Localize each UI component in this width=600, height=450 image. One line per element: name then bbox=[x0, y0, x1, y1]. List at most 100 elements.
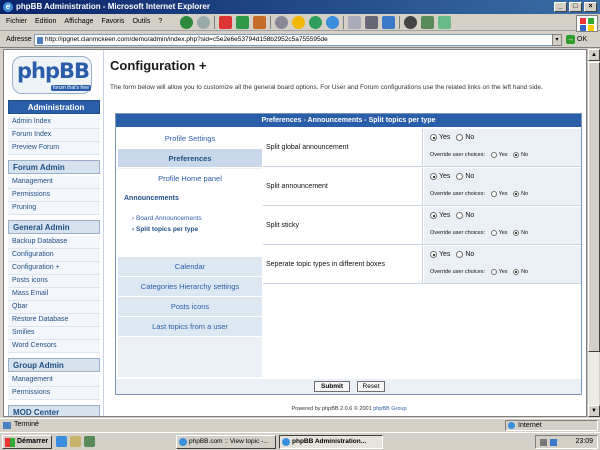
nav-item[interactable]: Management bbox=[8, 374, 100, 387]
close-button[interactable]: × bbox=[584, 2, 597, 12]
menu-item[interactable]: Affichage bbox=[64, 18, 93, 25]
quicklaunch-media-icon[interactable] bbox=[84, 436, 95, 447]
minimize-button[interactable]: _ bbox=[554, 2, 567, 12]
quicklaunch-ie-icon[interactable] bbox=[56, 436, 67, 447]
subnav-profile-home-panel[interactable]: Profile Home panel bbox=[118, 174, 262, 183]
option-controls: Yes No Override user choices: Yes No bbox=[424, 129, 581, 166]
option-yes-radio[interactable] bbox=[430, 134, 437, 141]
menu-item[interactable]: Edition bbox=[35, 18, 56, 25]
option-yes-radio[interactable] bbox=[430, 212, 437, 219]
nav-item[interactable]: Word Censors bbox=[8, 340, 100, 353]
nav-item[interactable]: Smilies bbox=[8, 327, 100, 340]
menu-item[interactable]: Favoris bbox=[101, 18, 124, 25]
option-yes-radio[interactable] bbox=[430, 251, 437, 258]
menu-item[interactable]: Outils bbox=[132, 18, 150, 25]
favorites-icon[interactable] bbox=[292, 16, 305, 29]
volume-icon[interactable] bbox=[540, 439, 547, 446]
page-done-icon bbox=[3, 422, 11, 429]
override-no-radio[interactable] bbox=[513, 191, 520, 197]
status-bar: Terminé Internet bbox=[0, 418, 600, 431]
address-input[interactable]: http://ipgnet.clanmckeen.com/demo/admin/… bbox=[34, 34, 559, 46]
subnav-calendar[interactable]: Calendar bbox=[118, 257, 262, 277]
option-row: Split sticky Yes No Override user choices:… bbox=[263, 207, 581, 245]
nav-item[interactable]: Restore Database bbox=[8, 314, 100, 327]
override-yes-radio[interactable] bbox=[490, 152, 497, 158]
option-no-radio[interactable] bbox=[456, 173, 464, 180]
address-dropdown-icon[interactable]: ▾ bbox=[552, 34, 562, 46]
scroll-up-icon[interactable]: ▲ bbox=[588, 49, 600, 61]
form-button-row: Submit Reset bbox=[116, 379, 581, 394]
table-header: Preferences - Announcements - Split topi… bbox=[116, 114, 581, 127]
override-label: Override user choices: bbox=[430, 191, 486, 197]
forward-icon[interactable] bbox=[197, 16, 210, 29]
quicklaunch-desktop-icon[interactable] bbox=[70, 436, 81, 447]
option-row: Split global announcement Yes No Override … bbox=[263, 129, 581, 167]
nav-item[interactable]: Qbar bbox=[8, 301, 100, 314]
reset-button[interactable]: Reset bbox=[357, 381, 385, 392]
subnav-announcements[interactable]: Announcements bbox=[124, 195, 179, 202]
nav-item[interactable]: Pruning bbox=[8, 202, 100, 215]
override-yes-radio[interactable] bbox=[490, 269, 497, 275]
phpbb-group-link[interactable]: phpBB Group bbox=[373, 406, 406, 412]
network-icon[interactable] bbox=[550, 439, 557, 446]
history-icon[interactable] bbox=[326, 16, 339, 29]
search-icon[interactable] bbox=[275, 16, 288, 29]
home-icon[interactable] bbox=[253, 16, 266, 29]
override-yes-radio[interactable] bbox=[490, 230, 497, 236]
subnav-posts-icons[interactable]: Posts icons bbox=[118, 297, 262, 317]
media-icon[interactable] bbox=[309, 16, 322, 29]
vertical-scrollbar[interactable]: ▲ ▼ bbox=[587, 49, 600, 417]
scroll-thumb[interactable] bbox=[588, 62, 600, 352]
nav-item[interactable]: Backup Database bbox=[8, 236, 100, 249]
go-button[interactable]: → OK bbox=[566, 34, 596, 46]
option-no-radio[interactable] bbox=[456, 212, 464, 219]
internet-zone-icon bbox=[508, 422, 515, 429]
nav-item[interactable]: Mass Email bbox=[8, 288, 100, 301]
option-yes-radio[interactable] bbox=[430, 173, 437, 180]
start-button[interactable]: Démarrer bbox=[2, 435, 52, 449]
edit-icon[interactable] bbox=[382, 16, 395, 29]
scroll-down-icon[interactable]: ▼ bbox=[588, 405, 600, 417]
submit-button[interactable]: Submit bbox=[314, 381, 350, 392]
research-icon[interactable] bbox=[438, 16, 451, 29]
subnav-profile-settings[interactable]: Profile Settings bbox=[118, 129, 262, 149]
mail-icon[interactable] bbox=[348, 16, 361, 29]
settings-icon[interactable] bbox=[404, 16, 417, 29]
nav-item[interactable]: Management bbox=[8, 176, 100, 189]
option-controls: Yes No Override user choices: Yes No bbox=[424, 207, 581, 244]
option-no-radio[interactable] bbox=[456, 134, 464, 141]
nav-item[interactable]: Permissions bbox=[8, 189, 100, 202]
option-label: Split sticky bbox=[263, 207, 423, 244]
refresh-icon[interactable] bbox=[236, 16, 249, 29]
phpbb-logo[interactable]: phpBB forum that's free bbox=[12, 56, 92, 94]
override-yes-radio[interactable] bbox=[490, 191, 497, 197]
subnav-split-topics[interactable]: › Split topics per type bbox=[132, 226, 198, 233]
task-phpbb-view-topic[interactable]: phpBB.com :: View topic -... bbox=[176, 435, 276, 449]
nav-item[interactable]: Permissions bbox=[8, 387, 100, 400]
subnav-preferences[interactable]: Preferences bbox=[118, 149, 262, 168]
nav-item[interactable]: Admin Index bbox=[8, 116, 100, 129]
preferences-panel: Profile Home panel Announcements › Board… bbox=[118, 169, 262, 269]
print-icon[interactable] bbox=[365, 16, 378, 29]
override-no-radio[interactable] bbox=[513, 269, 520, 275]
nav-item[interactable]: Configuration bbox=[8, 249, 100, 262]
task-phpbb-administration[interactable]: phpBB Administration... bbox=[279, 435, 383, 449]
maximize-button[interactable]: □ bbox=[569, 2, 582, 12]
subnav-last-topics[interactable]: Last topics from a user bbox=[118, 317, 262, 337]
option-no-radio[interactable] bbox=[456, 251, 464, 258]
subnav-board-announcements[interactable]: › Board Announcements bbox=[132, 215, 202, 222]
stop-icon[interactable] bbox=[219, 16, 232, 29]
window-title: phpBB Administration - Microsoft Interne… bbox=[16, 2, 210, 11]
menu-item[interactable]: Fichier bbox=[6, 18, 27, 25]
nav-item[interactable]: Configuration + bbox=[8, 262, 100, 275]
override-no-radio[interactable] bbox=[513, 230, 520, 236]
option-label: Split announcement bbox=[263, 168, 423, 205]
menu-item[interactable]: ? bbox=[158, 18, 162, 25]
nav-item[interactable]: Preview Forum bbox=[8, 142, 100, 155]
nav-item[interactable]: Posts icons bbox=[8, 275, 100, 288]
subnav-categories[interactable]: Categories Hierarchy settings bbox=[118, 277, 262, 297]
back-icon[interactable] bbox=[180, 16, 193, 29]
messenger-icon[interactable] bbox=[421, 16, 434, 29]
nav-item[interactable]: Forum Index bbox=[8, 129, 100, 142]
override-no-radio[interactable] bbox=[513, 152, 520, 158]
